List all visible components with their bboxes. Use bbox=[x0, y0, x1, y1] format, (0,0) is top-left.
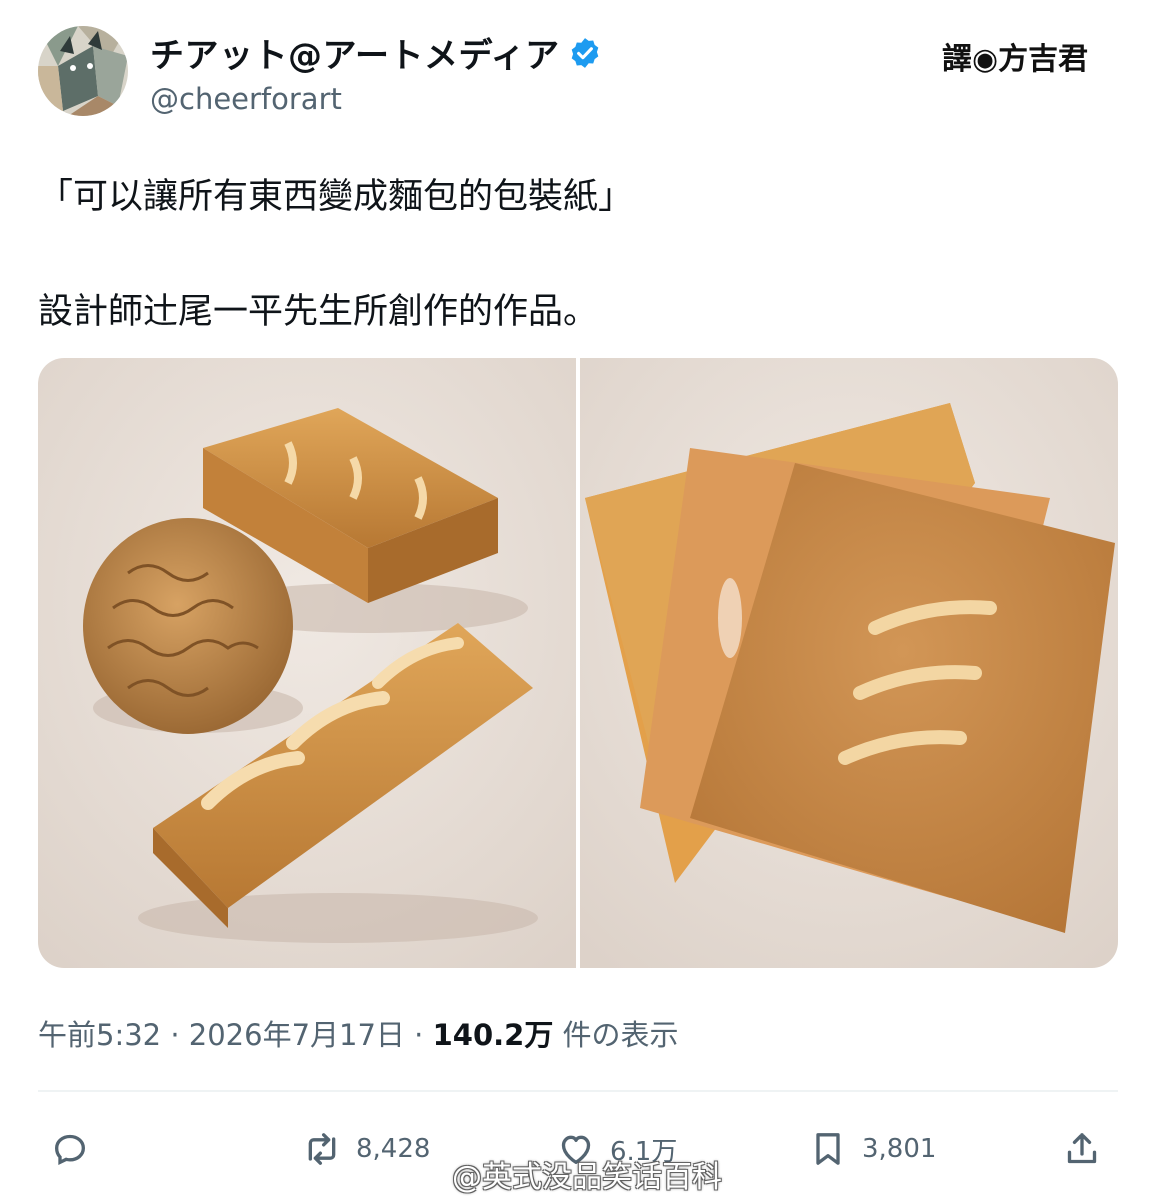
view-count: 140.2万 bbox=[432, 1018, 554, 1052]
bookmark-count: 3,801 bbox=[862, 1134, 937, 1164]
tweet-time[interactable]: 午前5:32 bbox=[38, 1018, 161, 1052]
watermark: @英式没品笑话百科 bbox=[452, 1160, 722, 1195]
divider bbox=[38, 1090, 1118, 1092]
verified-badge-icon bbox=[571, 37, 598, 68]
repost-icon bbox=[308, 1133, 336, 1165]
tweet-media bbox=[38, 358, 1118, 968]
tweet-text-line-1: 「可以讓所有東西變成麵包的包裝紙」 bbox=[38, 177, 634, 217]
bookmark-button[interactable]: 3,801 bbox=[808, 1124, 936, 1174]
cubist-cat-avatar-icon bbox=[38, 26, 128, 116]
bookmark-icon bbox=[816, 1133, 840, 1165]
avatar[interactable] bbox=[38, 26, 128, 116]
share-button[interactable] bbox=[1062, 1124, 1102, 1174]
wrapping-sheets-photo[interactable] bbox=[580, 358, 1118, 968]
tweet-date[interactable]: 2026年7月17日 bbox=[189, 1018, 405, 1052]
meta-separator: · bbox=[161, 1018, 189, 1052]
share-icon bbox=[1067, 1133, 1097, 1164]
translator-badge: 譯◉方吉君 bbox=[942, 42, 1089, 77]
bread-paper-sheets-icon bbox=[580, 358, 1118, 968]
wrapped-items-photo[interactable] bbox=[38, 358, 576, 968]
reply-icon bbox=[54, 1134, 86, 1165]
view-count-label: 件の表示 bbox=[553, 1018, 679, 1052]
user-handle[interactable]: @cheerforart bbox=[150, 82, 342, 116]
tweet-meta: 午前5:32 · 2026年7月17日 · 140.2万 件の表示 bbox=[38, 1012, 679, 1054]
meta-separator: · bbox=[404, 1018, 433, 1052]
reply-button[interactable] bbox=[50, 1124, 104, 1174]
display-name[interactable]: チアット@アートメディア bbox=[150, 28, 602, 77]
repost-count: 8,428 bbox=[356, 1134, 431, 1164]
display-name-text: チアット@アートメディア bbox=[150, 36, 560, 76]
tweet-text-line-2: 設計師辻尾一平先生所創作的作品。 bbox=[38, 292, 599, 332]
repost-button[interactable]: 8,428 bbox=[302, 1124, 430, 1174]
bread-wrapped-objects-icon bbox=[38, 358, 576, 968]
